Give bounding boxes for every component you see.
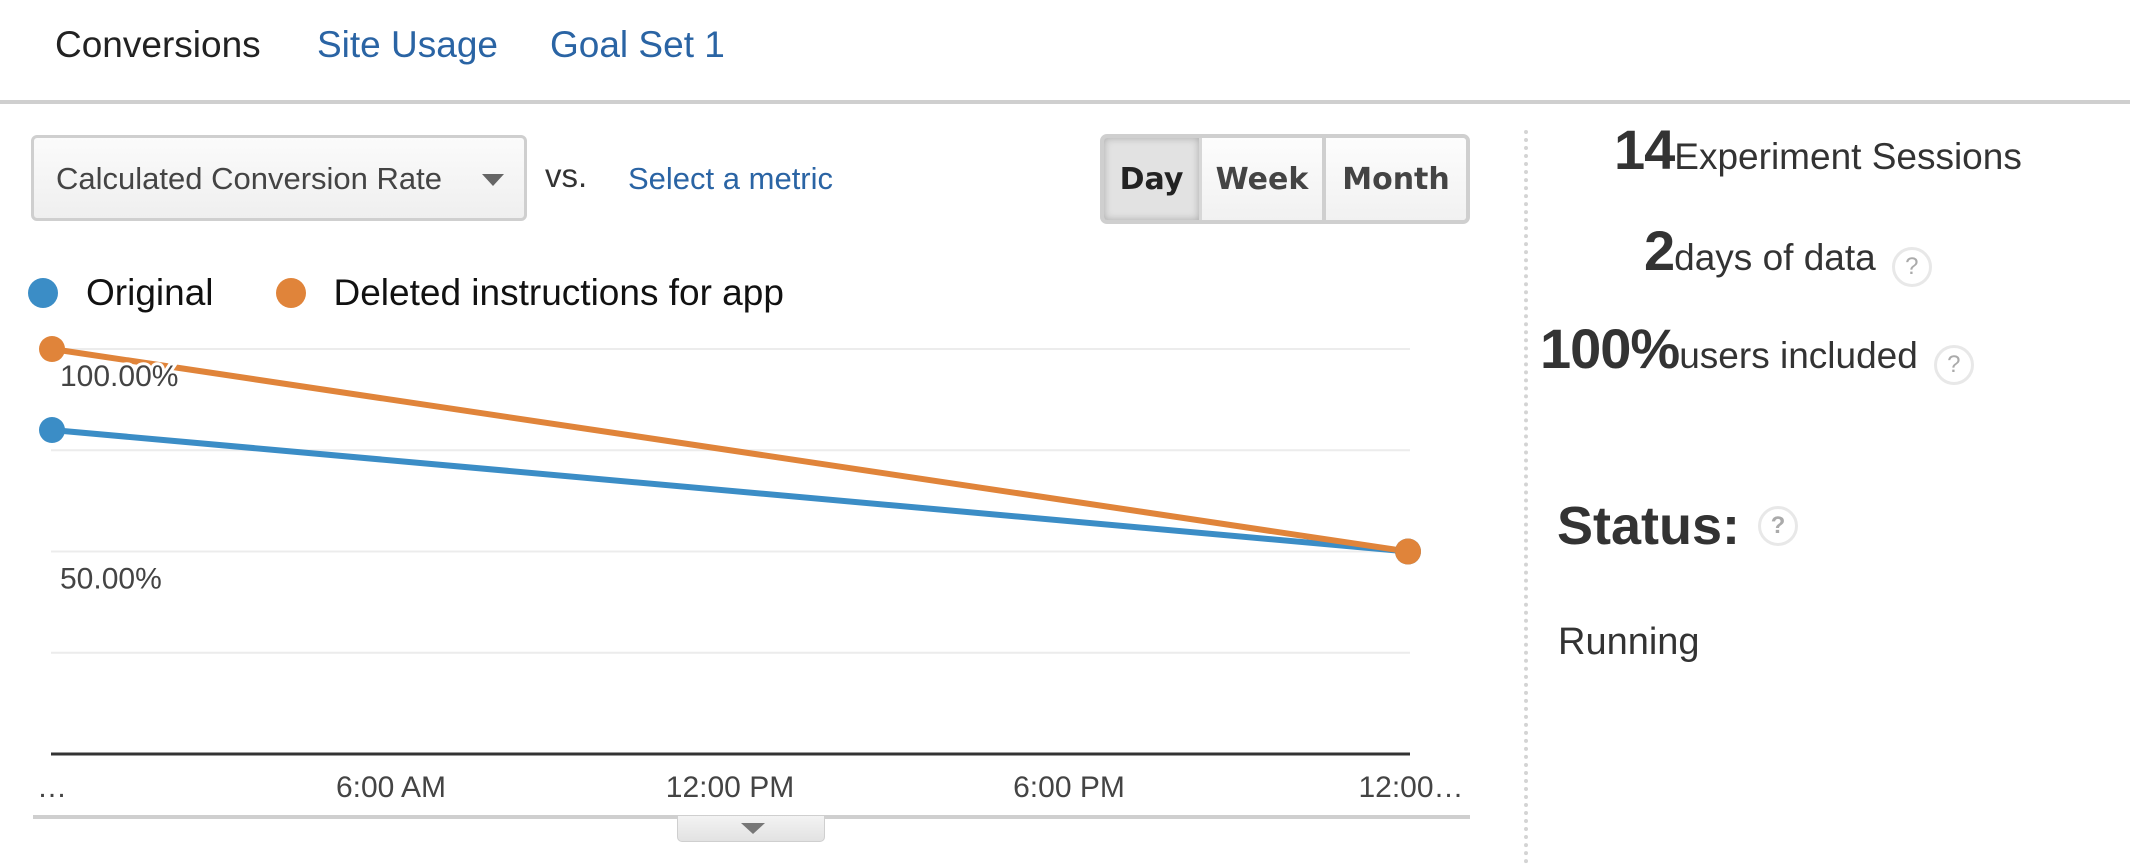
tab-site-usage[interactable]: Site Usage [317, 24, 498, 66]
status-value: Running [1558, 621, 1700, 663]
stat-label: users included [1679, 335, 1918, 376]
vs-label: vs. [545, 157, 588, 194]
metric-select[interactable]: Calculated Conversion Rate [31, 135, 527, 221]
stat-users: 100% users included ? [1540, 316, 1974, 385]
help-icon[interactable]: ? [1758, 506, 1799, 546]
metric-select-value: Calculated Conversion Rate [56, 161, 442, 196]
select-metric-link[interactable]: Select a metric [628, 161, 833, 197]
help-icon[interactable]: ? [1933, 345, 1974, 385]
y-tick-label: 50.00% [60, 563, 162, 596]
data-point [1395, 538, 1421, 565]
x-tick-label: 12:00… [1358, 771, 1463, 804]
x-tick-label: 12:00 PM [666, 771, 794, 804]
tab-conversions[interactable]: Conversions [55, 24, 261, 66]
granularity-toggle: Day Week Month [1100, 134, 1470, 224]
panel-divider [1524, 130, 1528, 864]
stat-label: days of data [1674, 237, 1876, 278]
stat-value: 100% [1540, 317, 1680, 380]
tab-goal-set-1[interactable]: Goal Set 1 [550, 24, 725, 66]
caret-down-icon [741, 823, 765, 834]
status-title: Status: [1557, 496, 1741, 556]
stat-value: 14 [1614, 118, 1675, 181]
gridlines [51, 348, 1410, 756]
month-button[interactable]: Month [1326, 138, 1466, 220]
stat-label: Experiment Sessions [1674, 136, 2022, 177]
expand-chart-handle[interactable] [677, 816, 825, 842]
help-icon[interactable]: ? [1891, 247, 1932, 287]
x-tick-label: 6:00 PM [1013, 771, 1125, 804]
caret-down-icon [482, 174, 504, 186]
status-heading: Status: ? [1557, 495, 1799, 557]
day-button[interactable]: Day [1104, 138, 1202, 220]
data-point [39, 417, 65, 443]
stat-days: 2 days of data ? [1644, 218, 1932, 287]
stat-value: 2 [1644, 219, 1675, 282]
data-point [39, 336, 65, 362]
axis-labels: 100.00% 50.00% … 6:00 AM 12:00 PM 6:00 PM 12:0… [34, 357, 1467, 807]
stat-sessions: 14 Experiment Sessions [1614, 117, 2022, 182]
x-tick-label: 6:00 AM [336, 771, 446, 804]
week-button[interactable]: Week [1202, 138, 1326, 220]
y-tick-label: 100.00% [60, 360, 178, 393]
line-chart: 100.00% 50.00% … 6:00 AM 12:00 PM 6:00 PM 12:0… [34, 336, 1467, 807]
report-tabs: Conversions Site Usage Goal Set 1 [0, 0, 2130, 104]
x-tick-label: … [37, 771, 67, 804]
